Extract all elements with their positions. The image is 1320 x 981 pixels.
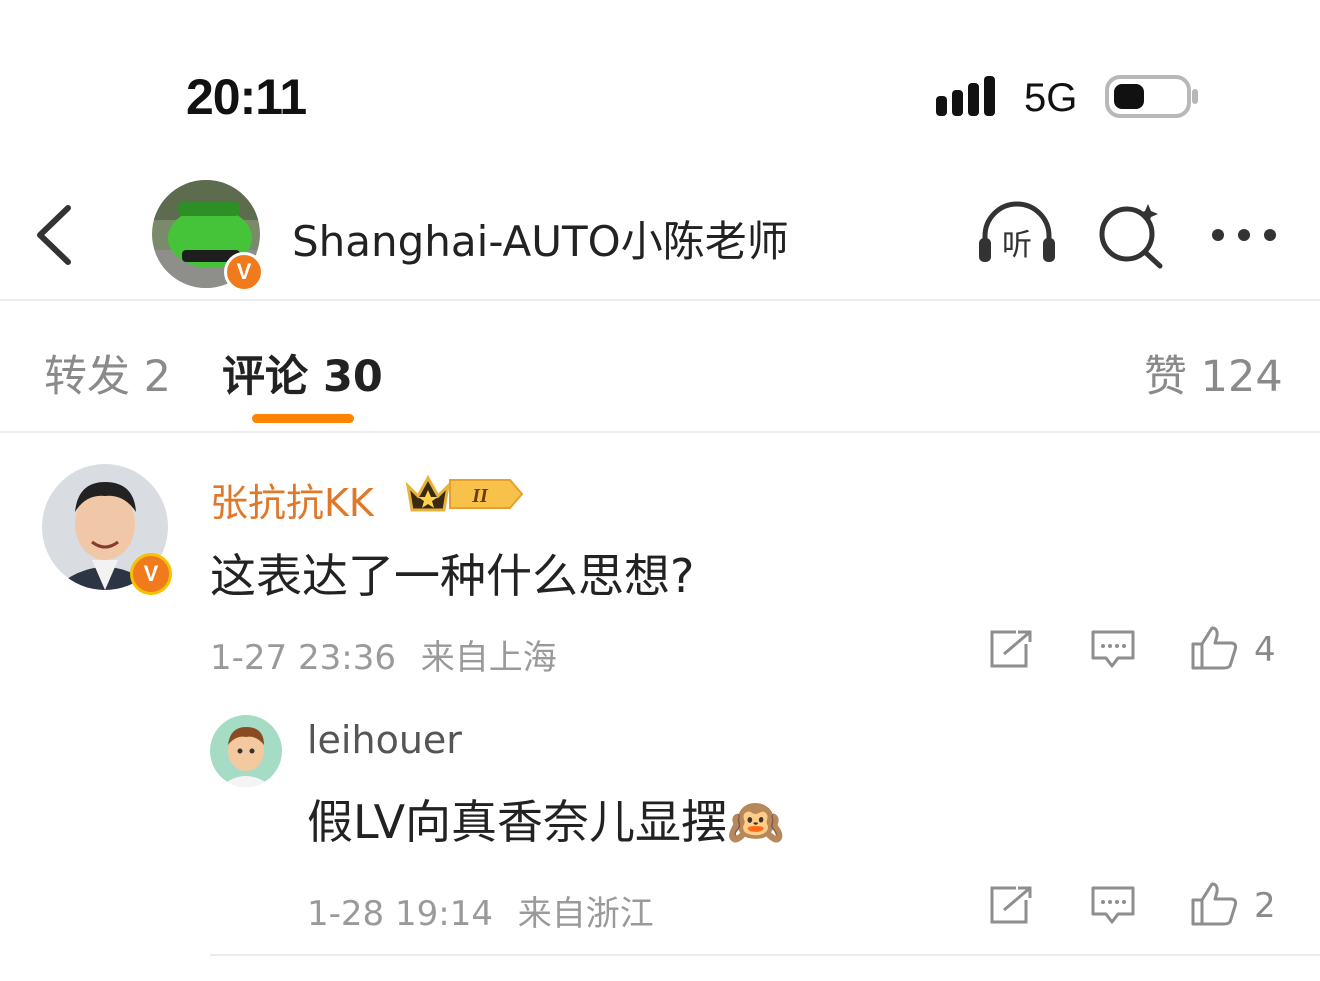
back-icon[interactable] — [30, 200, 80, 270]
repost-icon[interactable] — [988, 628, 1034, 670]
page-title: Shanghai-AUTO小陈老师 — [292, 217, 789, 266]
tab-likes[interactable]: 赞 124 — [1144, 342, 1283, 404]
reply-like-count: 2 — [1254, 886, 1276, 926]
comment-meta: 1-27 23:36 来自上海 — [210, 630, 557, 679]
comment-location: 来自上海 — [420, 638, 557, 678]
verified-badge: V — [224, 252, 264, 292]
reply-meta: 1-28 19:14 来自浙江 — [307, 886, 654, 935]
search-icon[interactable] — [1096, 200, 1166, 270]
more-icon[interactable] — [1208, 220, 1280, 250]
status-time: 20:11 — [186, 69, 307, 125]
cartoon-avatar-image — [210, 715, 282, 787]
like-icon[interactable] — [1190, 880, 1240, 928]
rank-badge-label: II — [471, 485, 489, 507]
active-tab-indicator — [252, 414, 354, 423]
comment-divider — [210, 954, 1320, 956]
reply-username[interactable]: leihouer — [307, 718, 462, 762]
listen-label: 听 — [1002, 228, 1032, 263]
header-divider — [0, 299, 1320, 301]
comment-time: 1-27 23:36 — [210, 638, 396, 678]
like-count: 4 — [1254, 630, 1276, 670]
reply-icon[interactable] — [1090, 884, 1136, 926]
reply-location: 来自浙江 — [517, 894, 654, 934]
comment-username[interactable]: 张抗抗KK — [210, 472, 374, 527]
reply-icon[interactable] — [1090, 628, 1136, 670]
tab-comments[interactable]: 评论 30 — [222, 342, 383, 404]
repost-icon[interactable] — [988, 884, 1034, 926]
listen-icon[interactable]: 听 — [975, 198, 1059, 268]
tab-reposts[interactable]: 转发 2 — [44, 342, 171, 404]
tabs-divider — [0, 431, 1320, 433]
crown-rank-icon: II — [405, 474, 524, 512]
battery-icon — [1105, 75, 1198, 118]
verified-badge: V — [130, 553, 172, 595]
like-icon[interactable] — [1190, 624, 1240, 672]
comment-text: 这表达了一种什么思想? — [210, 549, 695, 603]
signal-icon — [936, 76, 995, 116]
reply-avatar[interactable] — [210, 715, 282, 787]
network-type: 5G — [1024, 76, 1078, 120]
reply-time: 1-28 19:14 — [307, 894, 493, 934]
reply-text: 假LV向真香奈儿显摆🙉 — [307, 795, 785, 849]
